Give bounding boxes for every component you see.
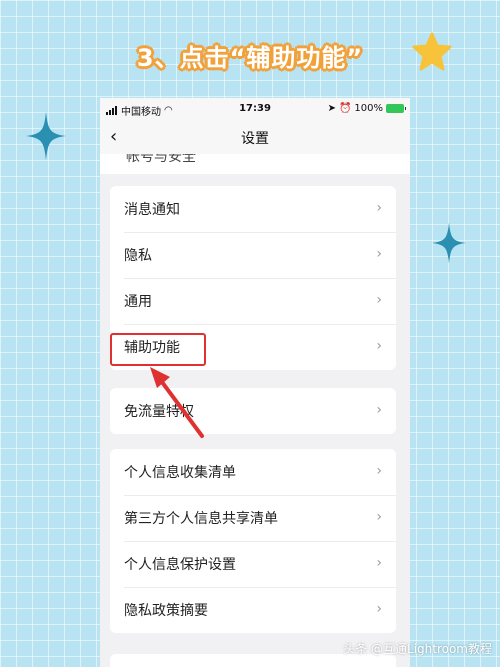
- settings-item-info-protection[interactable]: 个人信息保护设置 ›: [110, 541, 396, 587]
- settings-item-third-party-sharing[interactable]: 第三方个人信息共享清单 ›: [110, 495, 396, 541]
- status-bar: 中国移动 ◠ 17:39 ➤ ⏰ 100%: [100, 98, 410, 120]
- chevron-right-icon: ›: [376, 200, 382, 216]
- watermark: 头条 @互通Lightroom教程: [343, 642, 492, 656]
- settings-item-label: 个人信息保护设置: [124, 557, 236, 573]
- settings-item-label: 第三方个人信息共享清单: [124, 511, 278, 527]
- chevron-right-icon: ›: [376, 463, 382, 479]
- settings-item-label: 个人信息收集清单: [124, 465, 236, 481]
- battery-icon: [386, 104, 406, 113]
- settings-item-label: 隐私政策摘要: [124, 603, 208, 619]
- settings-item-label: 消息通知: [124, 202, 180, 218]
- partial-item-label: 帐号与安全: [126, 154, 196, 165]
- chevron-right-icon: ›: [376, 601, 382, 617]
- chevron-right-icon: ›: [376, 509, 382, 525]
- chevron-right-icon: ›: [376, 402, 382, 418]
- sparkle-icon: [432, 222, 466, 264]
- settings-group-3: 个人信息收集清单 › 第三方个人信息共享清单 › 个人信息保护设置 › 隐私政策…: [110, 449, 396, 633]
- alarm-icon: ⏰: [338, 103, 352, 114]
- settings-item-general[interactable]: 通用 ›: [110, 278, 396, 324]
- highlight-box: [110, 333, 206, 366]
- settings-item-notifications[interactable]: 消息通知 ›: [110, 186, 396, 232]
- settings-item-info-collection[interactable]: 个人信息收集清单 ›: [110, 449, 396, 495]
- arrow-icon: [150, 367, 204, 438]
- partial-list-item[interactable]: 帐号与安全: [100, 154, 410, 174]
- settings-item-label: 通用: [124, 294, 152, 310]
- page-title: 设置: [241, 131, 269, 147]
- settings-item-privacy-summary[interactable]: 隐私政策摘要 ›: [110, 587, 396, 633]
- star-icon: [412, 32, 452, 71]
- navigation-bar: ‹ 设置: [100, 120, 410, 154]
- battery-percent: 100%: [354, 103, 383, 114]
- settings-item-privacy[interactable]: 隐私 ›: [110, 232, 396, 278]
- location-icon: ➤: [327, 103, 336, 114]
- chevron-right-icon: ›: [376, 555, 382, 571]
- chevron-right-icon: ›: [376, 246, 382, 262]
- chevron-right-icon: ›: [376, 338, 382, 354]
- chevron-right-icon: ›: [376, 292, 382, 308]
- sparkle-icon: [26, 112, 66, 160]
- settings-item-label: 隐私: [124, 248, 152, 264]
